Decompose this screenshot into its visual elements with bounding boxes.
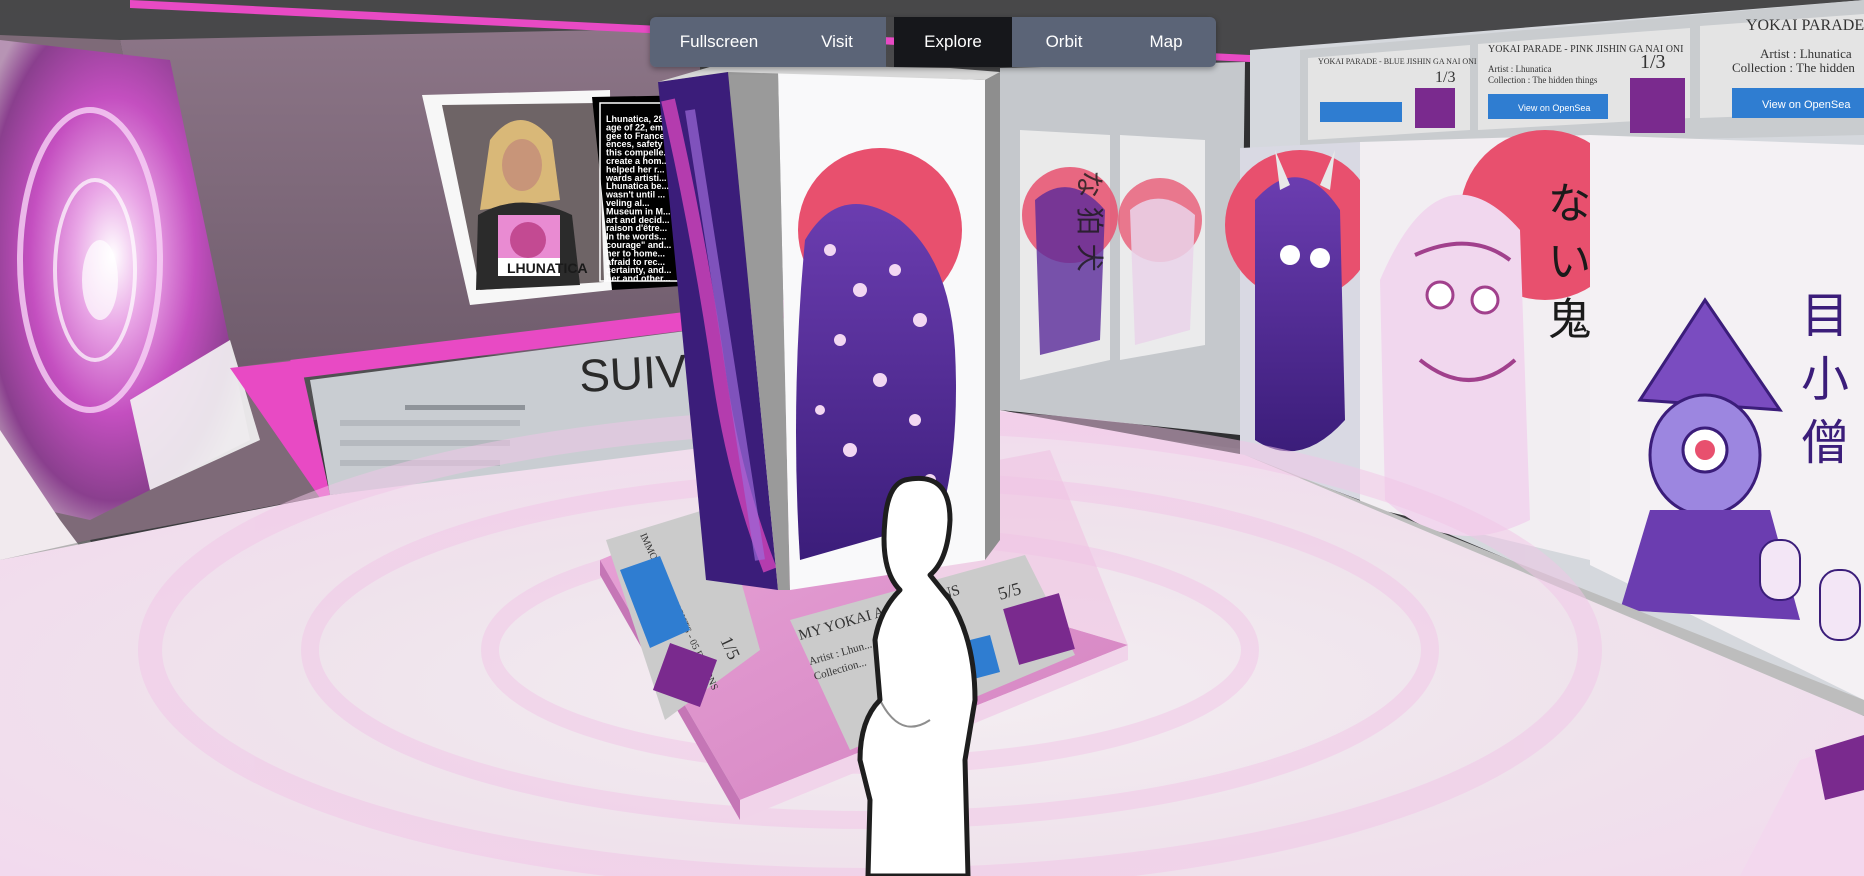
explore-mode-button[interactable]: Explore (894, 17, 1012, 67)
svg-text:1/3: 1/3 (1435, 69, 1455, 86)
svg-text:な 狛 犬: な 狛 犬 (1073, 170, 1106, 272)
right-label-1: YOKAI PARADE - BLUE JISHIN GA NAI ONI 1/… (1308, 45, 1477, 140)
back-wall-sign: SUIV (578, 344, 688, 402)
mid-right-glass: な 狛 犬 (1000, 62, 1245, 435)
map-mode-button[interactable]: Map (1116, 17, 1216, 67)
svg-text:SUIV: SUIV (578, 344, 688, 402)
svg-text:Artist : Lhunatica: Artist : Lhunatica (1760, 46, 1852, 61)
fullscreen-button[interactable]: Fullscreen (650, 17, 788, 67)
svg-text:Collection : The hidden things: Collection : The hidden things (1488, 75, 1598, 85)
bio-line: her and other... (606, 274, 671, 284)
svg-text:Collection : The hidden: Collection : The hidden (1732, 60, 1855, 75)
gallery-3d-viewport[interactable]: SUIV LHUNATICA Lhunatica, 28, ... age of … (0, 0, 1864, 876)
right-label-2: YOKAI PARADE - PINK JISHIN GA NAI ONI Ar… (1478, 28, 1690, 133)
svg-text:View on OpenSea: View on OpenSea (1518, 103, 1590, 113)
svg-text:1/3: 1/3 (1640, 51, 1666, 73)
orbit-mode-button[interactable]: Orbit (1012, 17, 1116, 67)
gallery-scene: SUIV LHUNATICA Lhunatica, 28, ... age of … (0, 0, 1864, 876)
svg-text:YOKAI PARADE -: YOKAI PARADE - (1746, 17, 1864, 34)
artist-photo-caption: LHUNATICA (507, 260, 588, 276)
poster-kanji-1: な い 鬼 (1540, 180, 1591, 340)
poster-kanji-2: 目 小 僧 (1792, 290, 1848, 465)
right-label-3: YOKAI PARADE - Artist : Lhunatica Collec… (1700, 14, 1864, 118)
svg-text:YOKAI PARADE - BLUE JISHIN GA: YOKAI PARADE - BLUE JISHIN GA NAI ONI (1318, 57, 1477, 66)
svg-text:View on OpenSea: View on OpenSea (1762, 99, 1851, 111)
view-mode-toolbar: Fullscreen Visit Explore Orbit Map (650, 17, 1216, 67)
svg-text:Artist : Lhunatica: Artist : Lhunatica (1488, 64, 1551, 74)
visit-mode-button[interactable]: Visit (788, 17, 886, 67)
